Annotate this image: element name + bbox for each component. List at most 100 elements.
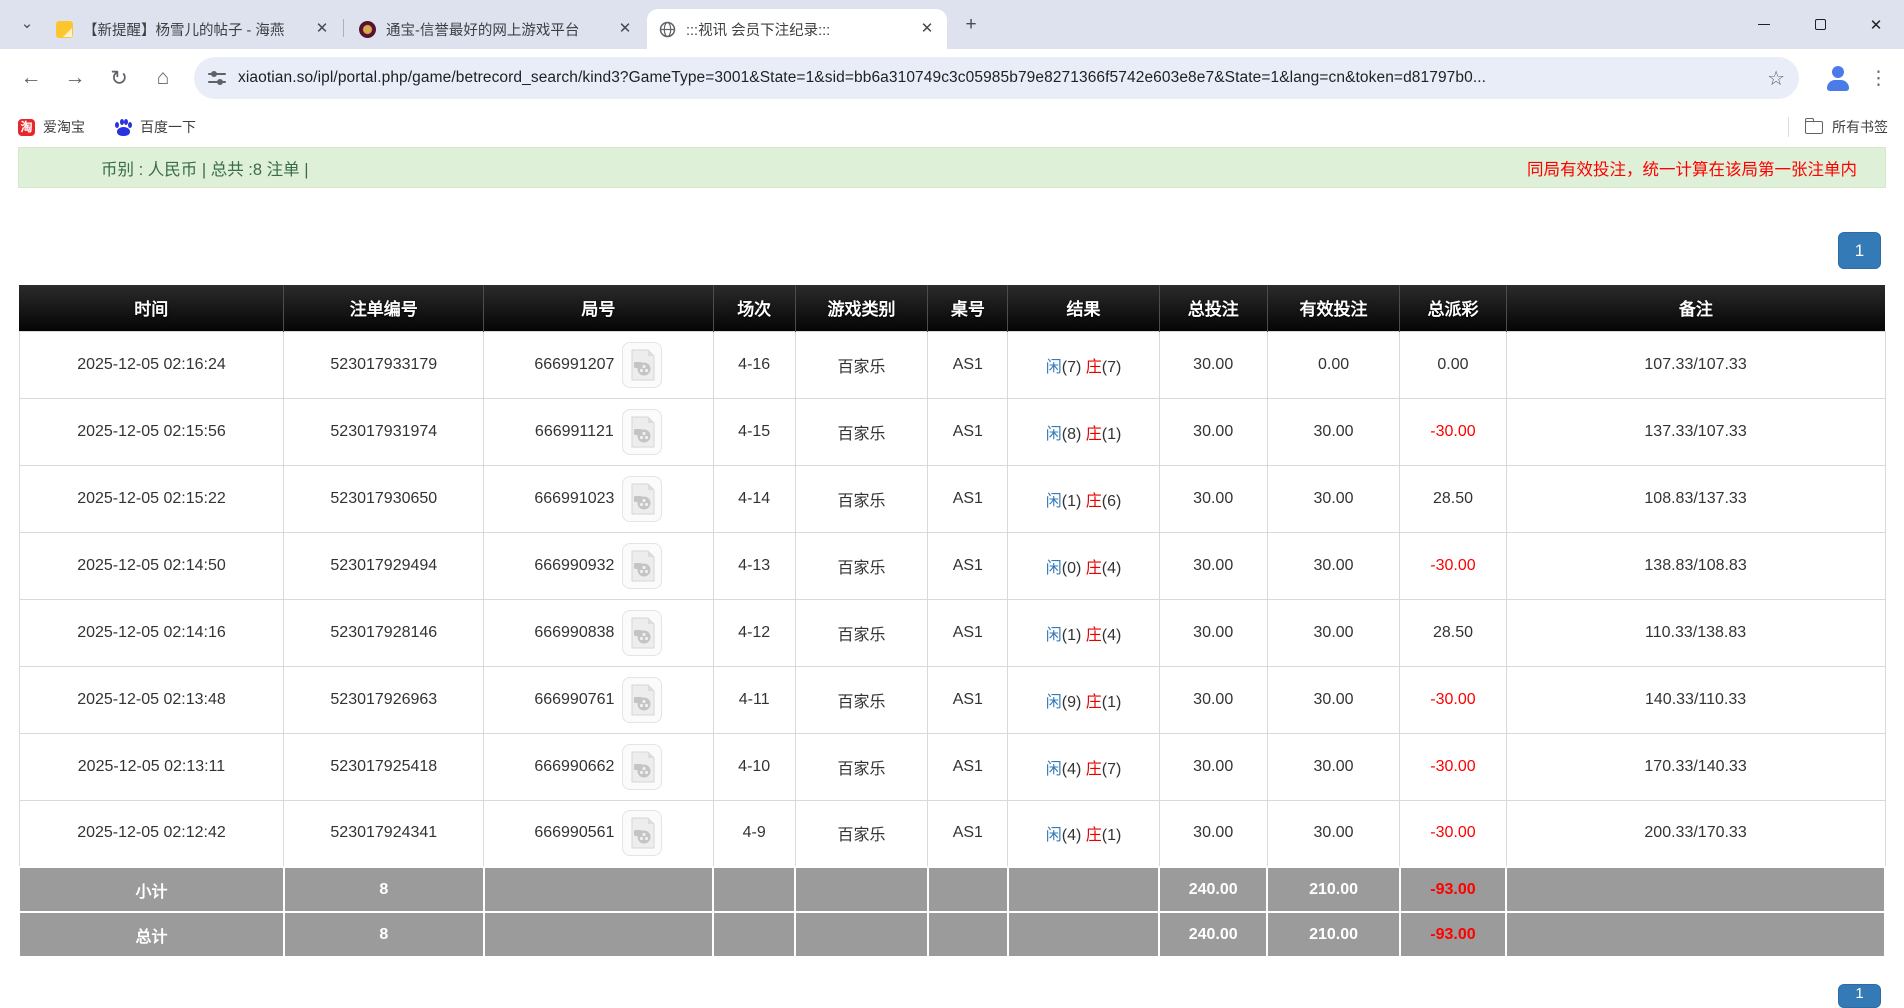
summary-empty-cell <box>928 867 1008 912</box>
video-replay-icon[interactable] <box>622 810 662 856</box>
folder-icon <box>1805 121 1823 134</box>
bookmark-baidu[interactable]: 百度一下 <box>115 117 196 137</box>
game-type-cell: 百家乐 <box>795 733 927 800</box>
bookmark-aitaobao[interactable]: 淘 爱淘宝 <box>18 117 85 137</box>
window-controls: ✕ <box>1736 0 1904 49</box>
round-cell: 666991023 <box>484 465 714 532</box>
table-number-cell: AS1 <box>928 398 1008 465</box>
payout-cell: -30.00 <box>1400 532 1506 599</box>
total-bet-link[interactable]: 30.00 <box>1159 666 1267 733</box>
column-header-3: 场次 <box>713 285 795 331</box>
video-replay-icon[interactable] <box>622 610 662 656</box>
bookmark-star-icon[interactable]: ☆ <box>1767 66 1785 91</box>
round-cell: 666990932 <box>484 532 714 599</box>
site-settings-icon[interactable] <box>208 71 226 85</box>
round-cell: 666990662 <box>484 733 714 800</box>
summary-empty-cell <box>1008 912 1159 957</box>
total-bet-link[interactable]: 30.00 <box>1159 599 1267 666</box>
browser-tab-2[interactable]: 通宝-信誉最好的网上游戏平台 ✕ <box>347 9 645 49</box>
total-bet-link[interactable]: 30.00 <box>1159 398 1267 465</box>
round-number: 666990662 <box>534 758 614 775</box>
forward-icon[interactable]: → <box>58 61 92 95</box>
time-cell: 2025-12-05 02:14:16 <box>19 599 284 666</box>
browser-tab-1[interactable]: 【新提醒】杨雪儿的帖子 - 海燕 ✕ <box>44 9 342 49</box>
banker-points: (4) <box>1102 627 1122 644</box>
video-replay-icon[interactable] <box>622 342 662 388</box>
player-points: (0) <box>1062 560 1082 577</box>
browser-toolbar: ← → ↻ ⌂ xiaotian.so/ipl/portal.php/game/… <box>0 49 1904 107</box>
tab-title: :::视讯 会员下注纪录::: <box>686 19 911 40</box>
reload-icon[interactable]: ↻ <box>102 61 136 95</box>
banker-points: (1) <box>1102 694 1122 711</box>
url-text[interactable]: xiaotian.so/ipl/portal.php/game/betrecor… <box>238 69 1757 87</box>
video-replay-icon[interactable] <box>622 476 662 522</box>
tab-close-icon[interactable]: ✕ <box>917 19 937 39</box>
payout-cell: 28.50 <box>1400 465 1506 532</box>
total-bet-link[interactable]: 30.00 <box>1159 733 1267 800</box>
profile-avatar-icon[interactable] <box>1823 63 1853 93</box>
player-result: 闲 <box>1046 493 1062 510</box>
valid-bet-cell: 30.00 <box>1267 733 1399 800</box>
session-cell: 4-16 <box>713 331 795 398</box>
back-icon[interactable]: ← <box>14 61 48 95</box>
minimize-button[interactable] <box>1736 0 1792 49</box>
pagination-page-1-button[interactable]: 1 <box>1838 232 1881 269</box>
summary-empty-cell <box>1008 867 1159 912</box>
pagination-bottom-page-1-button[interactable]: 1 <box>1838 984 1881 1008</box>
currency-info-bar: 币别 : 人民币 | 总共 :8 注单 | 同局有效投注，统一计算在该局第一张注… <box>18 147 1886 188</box>
table-number-cell: AS1 <box>928 733 1008 800</box>
summary-label-cell: 小计 <box>19 867 284 912</box>
result-cell: 闲(1) 庄(6) <box>1008 465 1159 532</box>
bet-id-cell: 523017924341 <box>284 800 484 867</box>
close-button[interactable]: ✕ <box>1848 0 1904 49</box>
table-row: 2025-12-05 02:13:48523017926963666990761… <box>19 666 1885 733</box>
maximize-button[interactable] <box>1792 0 1848 49</box>
valid-bet-cell: 30.00 <box>1267 666 1399 733</box>
player-result: 闲 <box>1046 694 1062 711</box>
time-cell: 2025-12-05 02:13:48 <box>19 666 284 733</box>
bookmark-label: 百度一下 <box>140 117 196 137</box>
baidu-paw-icon <box>115 119 132 136</box>
summary-valid-bet-cell: 210.00 <box>1267 912 1399 957</box>
bet-id-cell: 523017926963 <box>284 666 484 733</box>
browser-menu-icon[interactable]: ⋮ <box>1869 67 1888 90</box>
tab-close-icon[interactable]: ✕ <box>312 19 332 39</box>
browser-tab-3-active[interactable]: :::视讯 会员下注纪录::: ✕ <box>647 9 947 49</box>
result-cell: 闲(7) 庄(7) <box>1008 331 1159 398</box>
video-replay-icon[interactable] <box>622 543 662 589</box>
round-number: 666990561 <box>534 824 614 841</box>
banker-result: 庄 <box>1086 426 1102 443</box>
video-replay-icon[interactable] <box>622 677 662 723</box>
round-number: 666990932 <box>534 557 614 574</box>
bet-id-cell: 523017925418 <box>284 733 484 800</box>
total-bet-link[interactable]: 30.00 <box>1159 800 1267 867</box>
summary-label-cell: 总计 <box>19 912 284 957</box>
total-bet-link[interactable]: 30.00 <box>1159 532 1267 599</box>
table-number-cell: AS1 <box>928 331 1008 398</box>
column-header-7: 总投注 <box>1159 285 1267 331</box>
bet-id-cell: 523017930650 <box>284 465 484 532</box>
summary-empty-cell <box>1506 912 1885 957</box>
column-header-5: 桌号 <box>928 285 1008 331</box>
round-number: 666991207 <box>534 356 614 373</box>
summary-payout-cell: -93.00 <box>1400 867 1506 912</box>
player-result: 闲 <box>1046 359 1062 376</box>
payout-cell: -30.00 <box>1400 800 1506 867</box>
game-type-cell: 百家乐 <box>795 331 927 398</box>
total-bet-link[interactable]: 30.00 <box>1159 331 1267 398</box>
valid-bet-cell: 30.00 <box>1267 599 1399 666</box>
home-icon[interactable]: ⌂ <box>146 61 180 95</box>
tab-search-chevron-icon[interactable]: ⌄ <box>14 12 40 38</box>
address-bar[interactable]: xiaotian.so/ipl/portal.php/game/betrecor… <box>194 57 1799 99</box>
new-tab-button[interactable]: + <box>958 12 984 38</box>
summary-total-bet-cell: 240.00 <box>1159 912 1267 957</box>
player-points: (4) <box>1062 827 1082 844</box>
summary-empty-cell <box>795 867 927 912</box>
video-replay-icon[interactable] <box>622 744 662 790</box>
summary-empty-cell <box>484 867 714 912</box>
summary-valid-bet-cell: 210.00 <box>1267 867 1399 912</box>
video-replay-icon[interactable] <box>622 409 662 455</box>
total-bet-link[interactable]: 30.00 <box>1159 465 1267 532</box>
tab-close-icon[interactable]: ✕ <box>615 19 635 39</box>
all-bookmarks[interactable]: 所有书签 <box>1788 117 1894 137</box>
